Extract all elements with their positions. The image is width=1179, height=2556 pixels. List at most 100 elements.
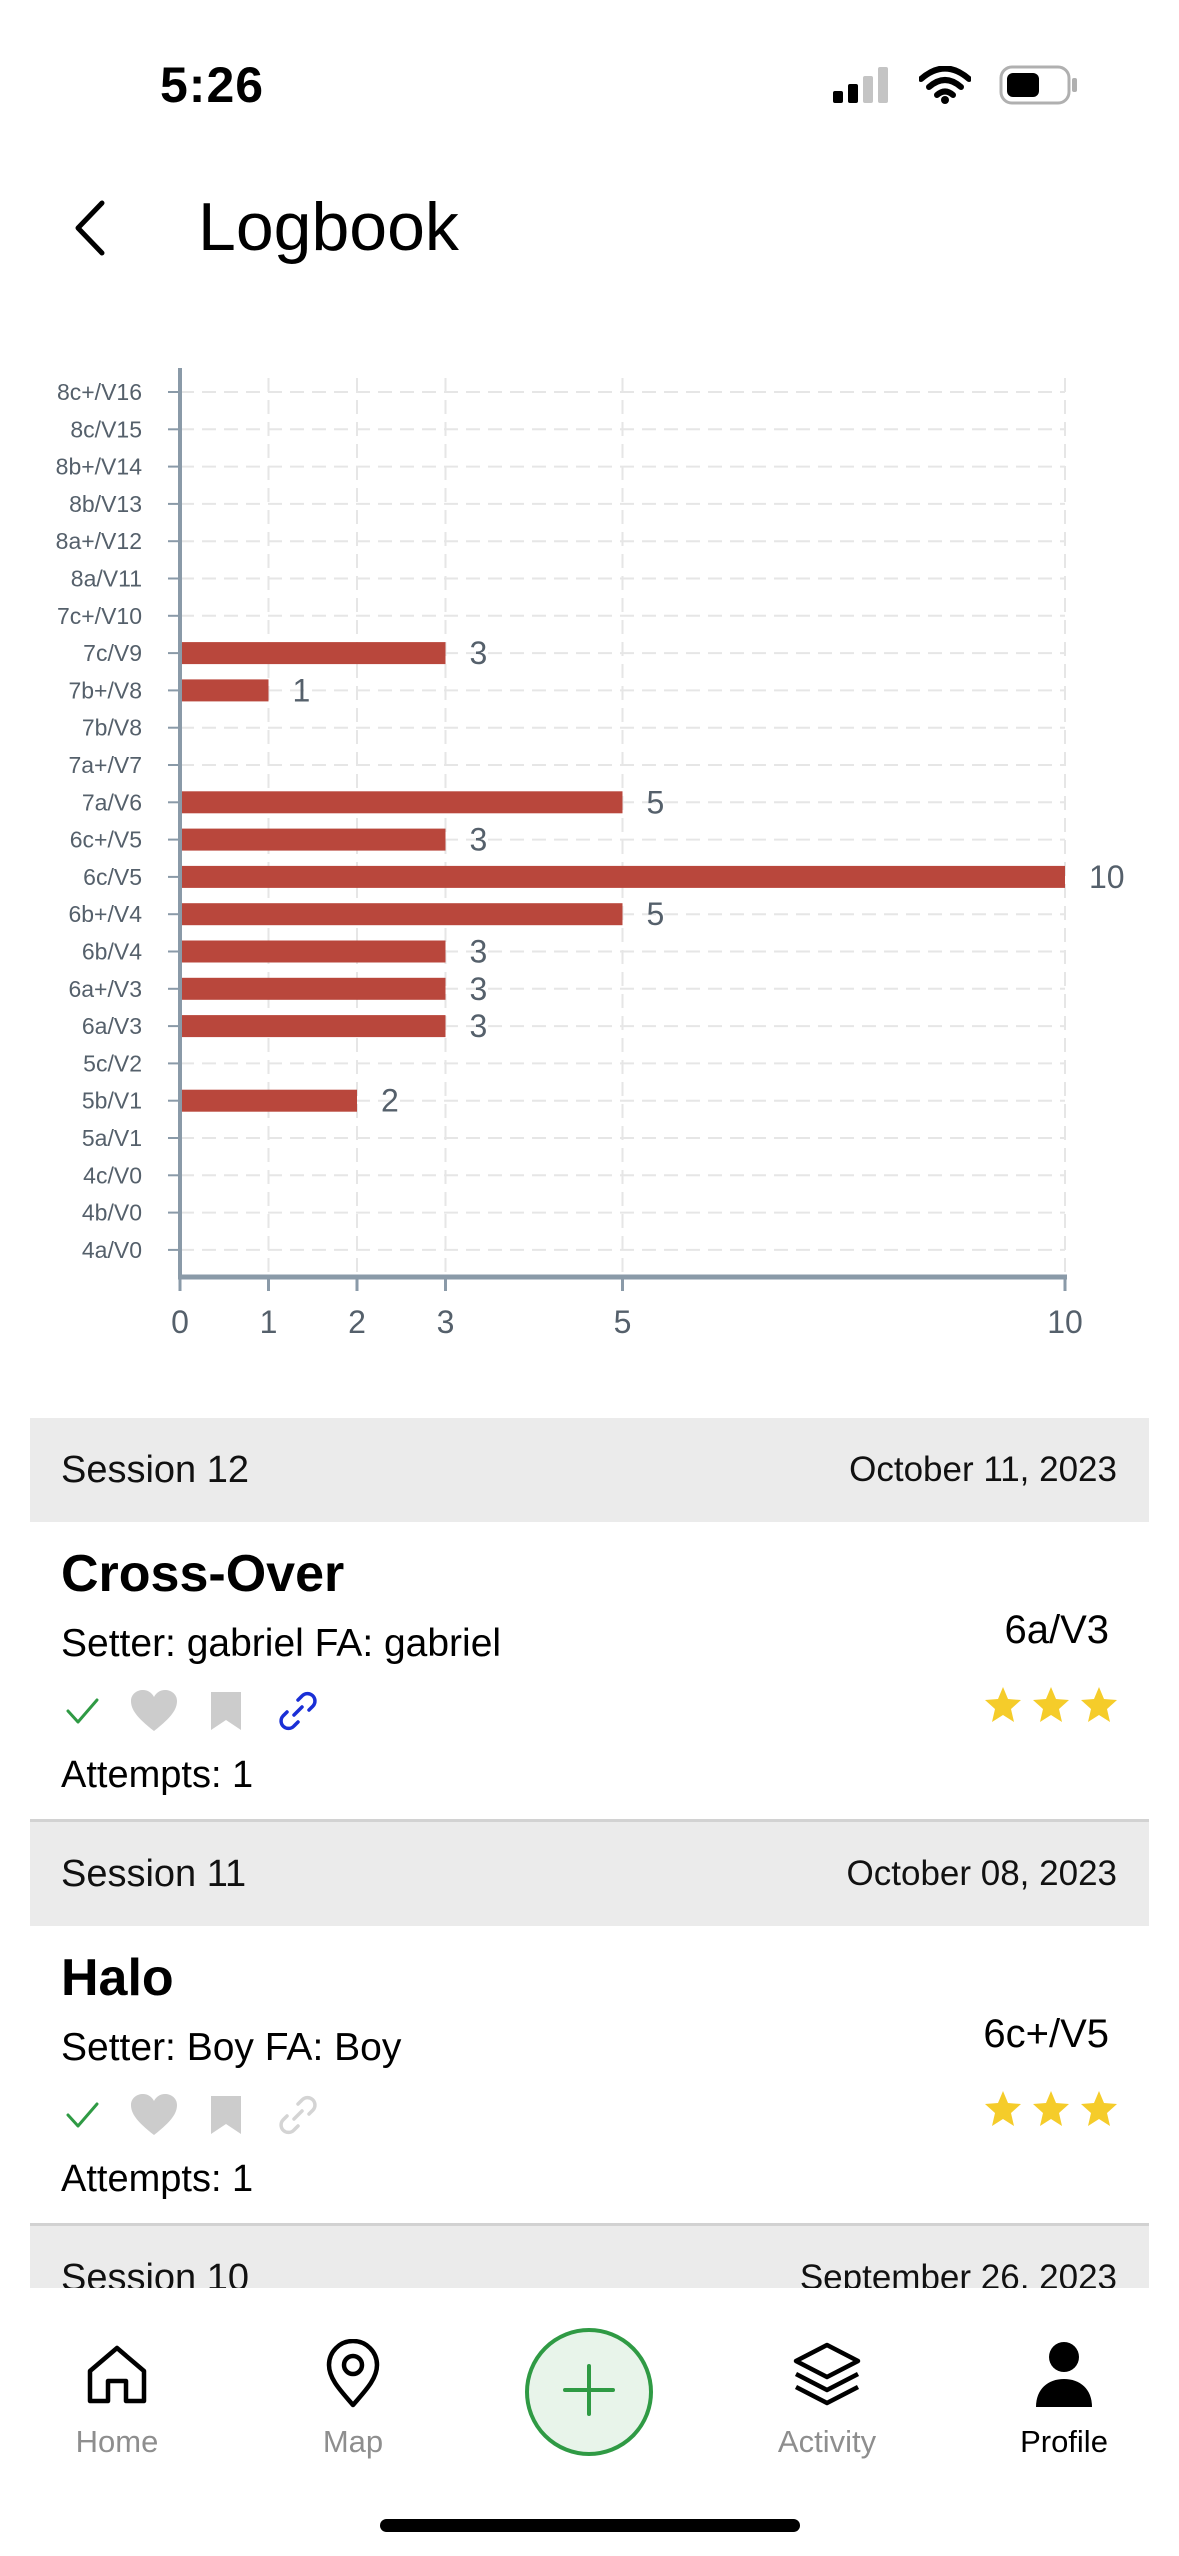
y-tick-label: 6c+/V5: [70, 827, 142, 853]
check-icon[interactable]: [58, 1687, 106, 1735]
x-tick-label: 10: [1047, 1304, 1083, 1340]
link-icon[interactable]: [274, 2091, 322, 2139]
bar: [180, 903, 623, 926]
tab-label-home: Home: [75, 2424, 159, 2459]
bar-value-label: 10: [1089, 859, 1125, 895]
climb-actions: [58, 2091, 322, 2139]
heart-icon[interactable]: [130, 2091, 178, 2139]
wifi-icon: [918, 65, 972, 109]
back-button[interactable]: [55, 195, 125, 265]
tab-activity[interactable]: Activity: [727, 2288, 927, 2478]
bookmark-icon[interactable]: [202, 1687, 250, 1735]
y-tick-label: 7a/V6: [82, 789, 142, 815]
bar-value-label: 3: [470, 971, 488, 1007]
climb-attempts: Attempts: 1: [61, 2158, 254, 2200]
map-pin-icon: [317, 2338, 389, 2410]
bookmark-icon[interactable]: [202, 2091, 250, 2139]
session-date: September 26, 2023: [799, 2258, 1117, 2288]
y-tick-label: 8b/V13: [69, 491, 142, 517]
y-tick-label: 8c+/V16: [57, 379, 142, 405]
climb-attempts: Attempts: 1: [61, 1754, 254, 1796]
x-tick-label: 2: [348, 1304, 366, 1340]
y-tick-label: 7c/V9: [83, 640, 142, 666]
y-tick-label: 8a/V11: [71, 566, 142, 592]
y-tick-label: 7a+/V7: [68, 752, 142, 778]
y-tick-label: 4c/V0: [83, 1162, 142, 1188]
bar-value-label: 3: [470, 635, 488, 671]
bar: [180, 679, 269, 702]
y-tick-label: 6a/V3: [82, 1013, 142, 1039]
session-header: Session 10 September 26, 2023: [30, 2226, 1149, 2288]
bar-value-label: 1: [293, 672, 311, 708]
star-icon: [983, 1685, 1023, 1725]
bar: [180, 828, 446, 851]
bar-value-label: 5: [647, 784, 665, 820]
home-icon: [81, 2338, 153, 2410]
star-icon: [983, 2089, 1023, 2129]
add-button[interactable]: [525, 2328, 653, 2456]
heart-icon[interactable]: [130, 1687, 178, 1735]
y-tick-label: 4a/V0: [82, 1237, 142, 1263]
check-icon[interactable]: [58, 2091, 106, 2139]
session-title: Session 12: [61, 1448, 250, 1491]
tab-home[interactable]: Home: [17, 2288, 217, 2478]
y-tick-label: 7b/V8: [82, 715, 142, 741]
y-tick-label: 8b+/V14: [56, 454, 143, 480]
x-tick-label: 5: [614, 1304, 632, 1340]
y-tick-label: 6b+/V4: [68, 901, 142, 927]
x-tick-label: 1: [260, 1304, 278, 1340]
session-header: Session 12 October 11, 2023: [30, 1418, 1149, 1522]
grade-chart: 8c+/V16 8c/V15 8b+/V14 8b/V13 8a+/V12 8a/V11 7…: [0, 340, 1179, 1350]
tab-map[interactable]: Map: [253, 2288, 453, 2478]
star-icon: [1031, 2089, 1071, 2129]
climb-item[interactable]: Cross-Over Setter: gabriel FA: gabriel 6…: [30, 1522, 1149, 1822]
y-tick-label: 7c+/V10: [57, 603, 142, 629]
status-time: 5:26: [160, 57, 265, 113]
bar-value-label: 5: [647, 896, 665, 932]
star-icon: [1031, 1685, 1071, 1725]
y-tick-label: 8c/V15: [70, 416, 142, 442]
climb-actions: [58, 1687, 322, 1735]
battery-icon: [999, 65, 1079, 110]
tab-label-activity: Activity: [777, 2424, 877, 2459]
bar: [180, 1015, 446, 1038]
x-tick-label: 3: [437, 1304, 455, 1340]
y-tick-label: 4b/V0: [82, 1200, 142, 1226]
bar: [180, 940, 446, 963]
y-tick-label: 6c/V5: [83, 864, 142, 890]
climb-setter: Setter: Boy FA: Boy: [61, 2026, 402, 2069]
session-header: Session 11 October 08, 2023: [30, 1822, 1149, 1926]
person-icon: [1028, 2338, 1100, 2410]
cellular-signal-icon: [833, 66, 891, 108]
bar: [180, 977, 446, 1000]
climb-grade: 6c+/V5: [983, 2012, 1109, 2056]
climb-item[interactable]: Halo Setter: Boy FA: Boy 6c+/V5 Attempts…: [30, 1926, 1149, 2226]
sessions-list[interactable]: Session 12 October 11, 2023 Cross-Over S…: [30, 1418, 1149, 2288]
star-icon: [1079, 2089, 1119, 2129]
grade-bar-chart: 8c+/V16 8c/V15 8b+/V14 8b/V13 8a+/V12 8a/V11 7…: [56, 368, 1125, 1340]
tab-label-map: Map: [322, 2424, 384, 2459]
home-indicator: [380, 2519, 800, 2532]
plus-icon: [561, 2362, 617, 2423]
tab-label-profile: Profile: [1020, 2424, 1108, 2459]
y-tick-label: 5c/V2: [83, 1050, 142, 1076]
header: Logbook: [0, 170, 1179, 290]
y-tick-label: 6b/V4: [82, 939, 142, 965]
climb-grade: 6a/V3: [1004, 1608, 1109, 1652]
climb-setter: Setter: gabriel FA: gabriel: [61, 1622, 502, 1665]
bar: [180, 1089, 357, 1112]
bar-value-label: 3: [470, 1008, 488, 1044]
layers-icon: [791, 2338, 863, 2410]
session-date: October 11, 2023: [849, 1450, 1117, 1489]
session-title: Session 11: [61, 1852, 247, 1895]
link-icon[interactable]: [274, 1687, 322, 1735]
bar-value-label: 3: [470, 934, 488, 970]
star-icon: [1079, 1685, 1119, 1725]
y-tick-label: 7b+/V8: [68, 677, 142, 703]
y-tick-label: 6a+/V3: [68, 976, 142, 1002]
bar-value-label: 3: [470, 822, 488, 858]
status-icons: [833, 62, 1079, 112]
tab-profile[interactable]: Profile: [964, 2288, 1164, 2478]
y-tick-label: 8a+/V12: [56, 528, 142, 554]
chevron-left-icon: [70, 198, 110, 263]
